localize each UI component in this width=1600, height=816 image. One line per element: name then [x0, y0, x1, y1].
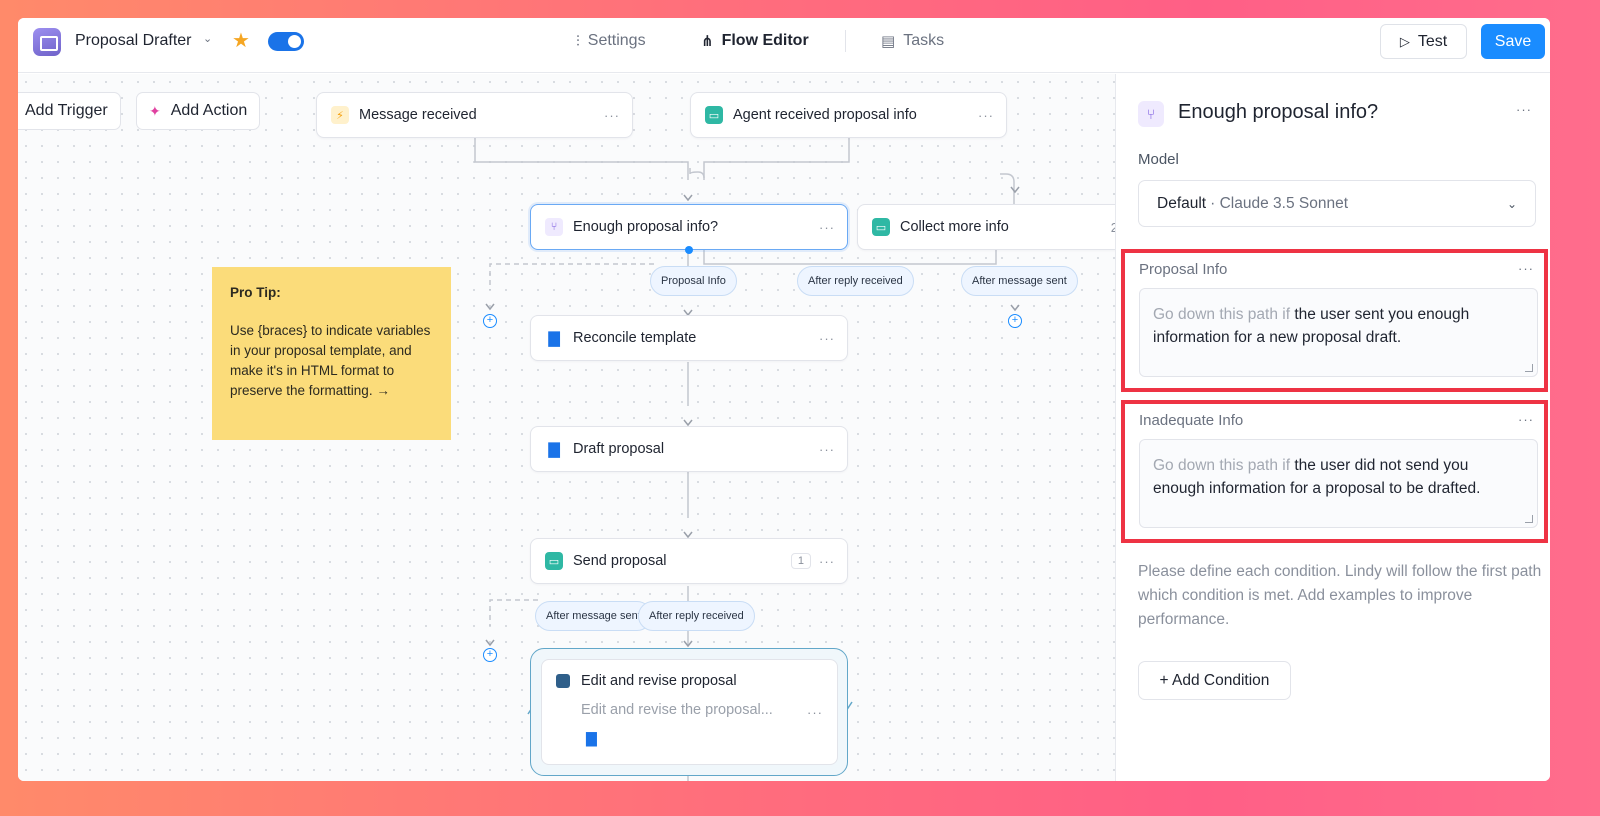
pro-tip-note[interactable]: Pro Tip: Use {braces} to indicate variab… [212, 267, 451, 440]
pill-after-message-sent[interactable]: After message sent [535, 601, 652, 631]
pill-after-reply-received[interactable]: After reply received [638, 601, 755, 631]
model-name: · Claude 3.5 Sonnet [1210, 194, 1348, 212]
loop-container[interactable]: Edit and revise proposal Edit and revise… [530, 648, 848, 776]
bolt-icon: ⚡ [331, 106, 349, 124]
node-send-proposal[interactable]: ▭ Send proposal 1 ··· [530, 538, 848, 584]
node-collect-more-info[interactable]: ▭ Collect more info 2 [857, 204, 1115, 250]
node-reconcile-template[interactable]: ▇ Reconcile template ··· [530, 315, 848, 361]
condition-hint: Go down this path if [1153, 457, 1295, 474]
node-label: Draft proposal [573, 441, 665, 457]
add-step-icon[interactable]: + [483, 648, 497, 662]
more-icon[interactable]: ··· [978, 108, 994, 123]
condition-help-text: Please define each condition. Lindy will… [1138, 563, 1542, 628]
more-icon[interactable]: ··· [1518, 412, 1534, 427]
tab-settings-label: Settings [587, 32, 646, 49]
add-action-label: Add Action [170, 102, 248, 119]
tasks-icon: ▤ [881, 33, 896, 50]
agent-icon [556, 674, 570, 688]
condition-name[interactable]: Proposal Info [1139, 261, 1227, 278]
enable-toggle[interactable] [268, 32, 304, 51]
pill-proposal-info[interactable]: Proposal Info [650, 266, 737, 296]
chevron-down-icon: ⌄ [1506, 196, 1517, 211]
node-label: Edit and revise proposal [581, 673, 737, 689]
chat-icon: ▭ [545, 552, 563, 570]
nav-divider [845, 30, 846, 52]
chat-icon: ▭ [872, 218, 890, 236]
more-icon[interactable]: ··· [1518, 261, 1534, 276]
add-trigger-button[interactable]: Add Trigger [18, 92, 121, 130]
condition-inadequate-info: Inadequate Info ··· Go down this path if… [1121, 400, 1548, 543]
node-message-received[interactable]: ⚡ Message received ··· [316, 92, 633, 138]
tab-flow-editor-label: Flow Editor [721, 32, 809, 49]
node-edit-and-revise[interactable]: Edit and revise proposal Edit and revise… [541, 659, 838, 765]
resize-handle-icon[interactable] [1525, 515, 1533, 523]
condition-textarea[interactable]: Go down this path if the user sent you e… [1139, 288, 1538, 377]
flow-canvas[interactable]: Add Trigger ✦ Add Action ⚡ Message recei… [18, 74, 1115, 781]
more-icon[interactable]: ··· [1516, 102, 1532, 117]
pro-tip-body: Use {braces} to indicate variables in yo… [230, 323, 431, 398]
node-label: Collect more info [900, 219, 1009, 235]
more-icon[interactable]: ··· [819, 220, 835, 235]
node-label: Enough proposal info? [573, 219, 719, 235]
chevron-down-icon[interactable]: ⌄ [203, 32, 212, 45]
node-agent-received[interactable]: ▭ Agent received proposal info ··· [690, 92, 1007, 138]
branch-icon: ⑂ [545, 218, 563, 236]
test-button-label: Test [1417, 32, 1448, 50]
more-icon[interactable]: ··· [604, 108, 620, 123]
pro-tip-title: Pro Tip: [230, 285, 281, 300]
pill-after-reply-received[interactable]: After reply received [797, 266, 914, 296]
app-icon [33, 28, 61, 56]
node-description: Edit and revise the proposal... [581, 702, 773, 718]
more-icon[interactable]: ··· [819, 554, 835, 569]
add-action-button[interactable]: ✦ Add Action [136, 92, 261, 130]
top-bar: Proposal Drafter ⌄ ★ ⫶ Settings ⋔ Flow E… [18, 18, 1550, 73]
tab-tasks-label: Tasks [903, 32, 945, 49]
add-condition-button[interactable]: + Add Condition [1138, 661, 1291, 700]
pill-after-message-sent[interactable]: After message sent [961, 266, 1078, 296]
flow-icon: ⋔ [701, 33, 714, 50]
condition-hint: Go down this path if [1153, 306, 1295, 323]
connector-anchor[interactable] [685, 246, 693, 254]
condition-name[interactable]: Inadequate Info [1139, 412, 1243, 429]
panel-title: Enough proposal info? [1178, 101, 1379, 123]
tab-flow-editor[interactable]: ⋔ Flow Editor [701, 32, 809, 50]
node-label: Reconcile template [573, 330, 697, 346]
add-trigger-label: Add Trigger [25, 102, 108, 119]
node-enough-proposal-info[interactable]: ⑂ Enough proposal info? ··· [530, 204, 848, 250]
model-select[interactable]: Default · Claude 3.5 Sonnet ⌄ [1138, 180, 1536, 227]
tab-tasks[interactable]: ▤ Tasks [881, 32, 944, 50]
more-icon[interactable]: ··· [819, 331, 835, 346]
model-label: Model [1138, 151, 1179, 168]
node-label: Send proposal [573, 553, 667, 569]
app-window: Proposal Drafter ⌄ ★ ⫶ Settings ⋔ Flow E… [18, 18, 1550, 781]
node-label: Agent received proposal info [733, 107, 917, 123]
node-draft-proposal[interactable]: ▇ Draft proposal ··· [530, 426, 848, 472]
add-step-icon[interactable]: + [1008, 314, 1022, 328]
branch-icon: ⑂ [1138, 101, 1164, 127]
document-icon: ▇ [548, 441, 560, 458]
properties-panel: ⑂ Enough proposal info? ··· Model Defaul… [1115, 74, 1550, 781]
condition-proposal-info: Proposal Info ··· Go down this path if t… [1121, 249, 1548, 392]
more-icon[interactable]: ··· [807, 705, 823, 720]
chat-icon: ▭ [705, 106, 723, 124]
document-icon: ▇ [548, 330, 560, 347]
condition-textarea[interactable]: Go down this path if the user did not se… [1139, 439, 1538, 528]
node-label: Message received [359, 107, 477, 123]
tab-settings[interactable]: ⫶ Settings [576, 32, 646, 50]
app-name[interactable]: Proposal Drafter [75, 32, 192, 50]
add-step-icon[interactable]: + [483, 314, 497, 328]
model-value: Default [1157, 194, 1207, 212]
sparkle-icon: ✦ [149, 102, 161, 119]
sliders-icon: ⫶ [576, 32, 580, 50]
star-icon[interactable]: ★ [232, 28, 250, 53]
task-count-badge: 1 [790, 553, 811, 569]
document-icon: ▇ [586, 730, 597, 746]
test-button[interactable]: ▷ Test [1380, 24, 1467, 59]
save-button[interactable]: Save [1481, 24, 1545, 59]
more-icon[interactable]: ··· [819, 442, 835, 457]
play-icon: ▷ [1399, 33, 1410, 49]
resize-handle-icon[interactable] [1525, 364, 1533, 372]
